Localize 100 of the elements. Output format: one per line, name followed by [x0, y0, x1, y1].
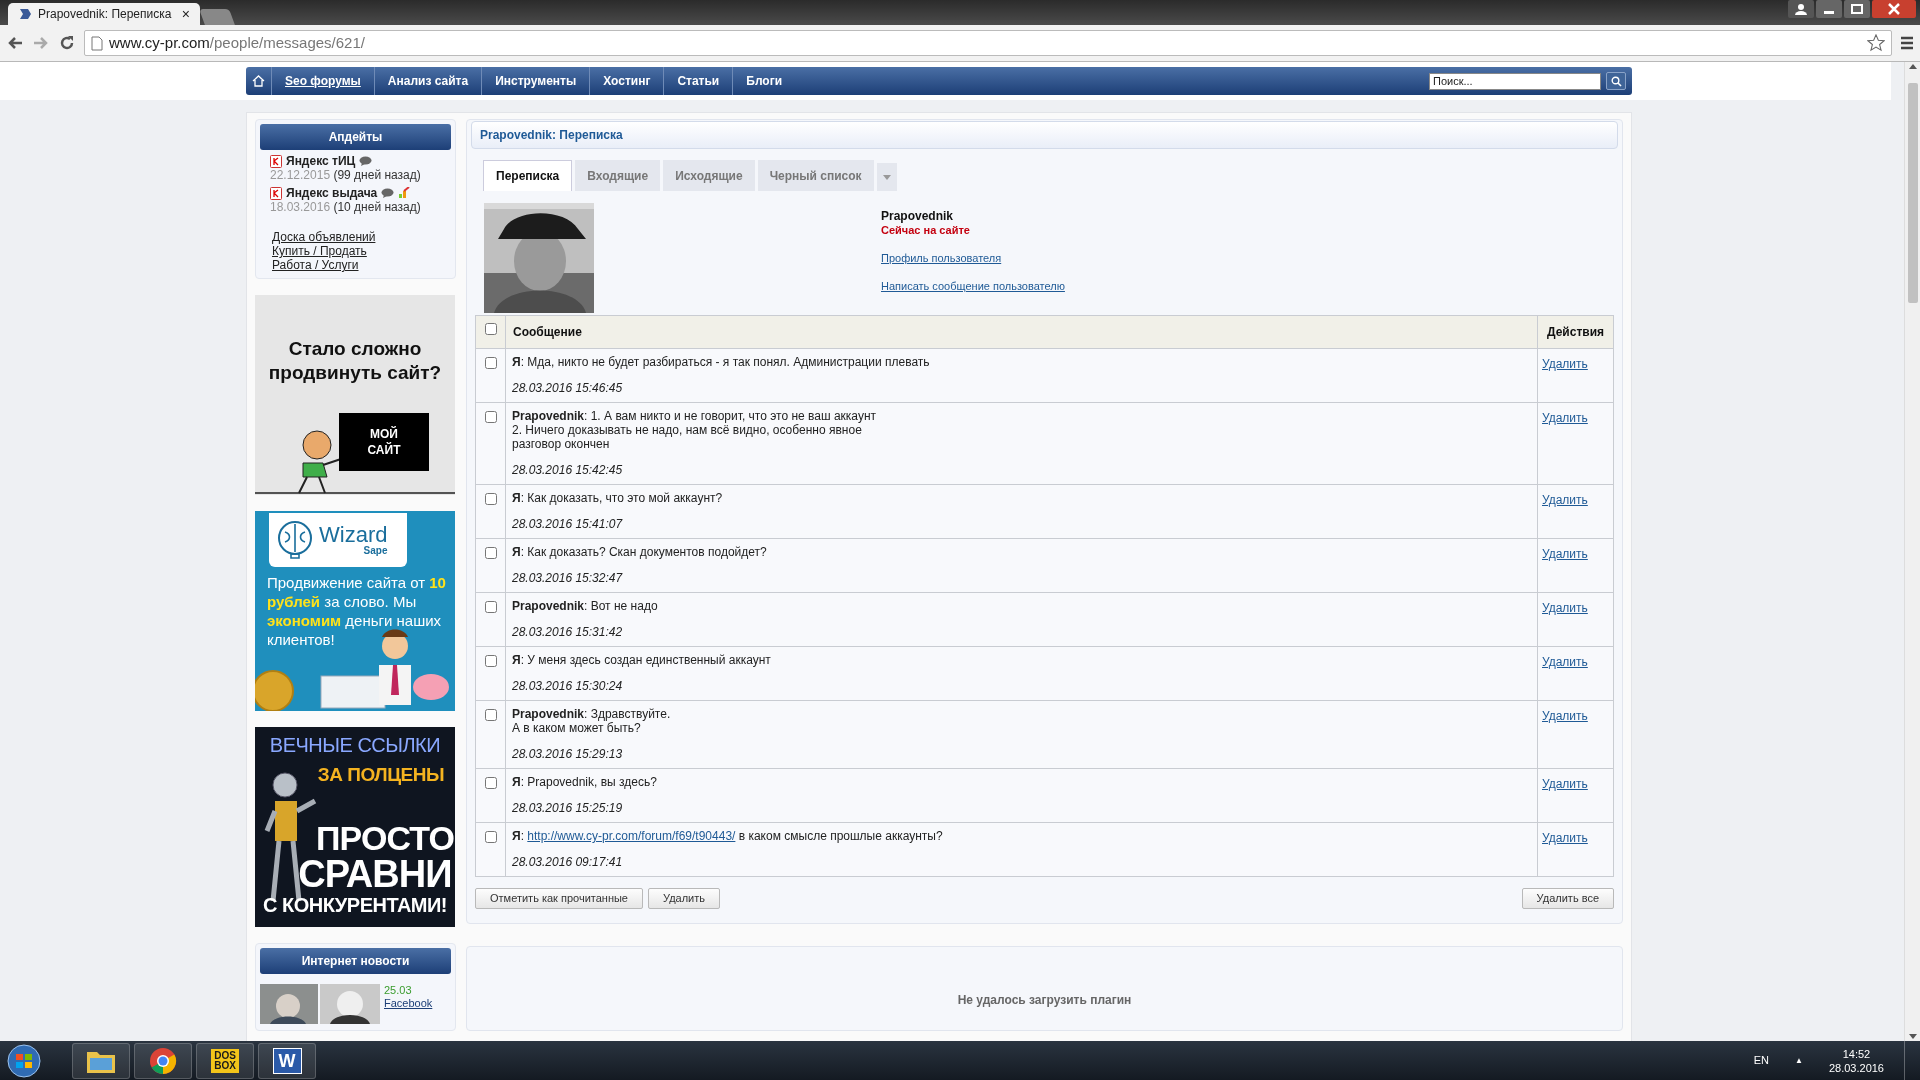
panel-header: Интернет новости: [260, 948, 451, 974]
row-checkbox[interactable]: [484, 357, 497, 369]
row-checkbox[interactable]: [484, 411, 497, 423]
tray-expand-button[interactable]: ▲: [1795, 1054, 1803, 1067]
message-time: 28.03.2016 15:42:45: [512, 463, 624, 477]
chrome-icon: [149, 1046, 177, 1075]
ad-banner[interactable]: Wizard Sape Продвижение сайта от 10 рублей за слово. Мы экономим деньги наших клиентов!: [255, 511, 455, 711]
scroll-up-arrow[interactable]: [1908, 64, 1917, 69]
nav-link[interactable]: Блоги: [733, 67, 796, 95]
nav-link[interactable]: Статьи: [664, 67, 734, 95]
word-icon: W: [272, 1047, 302, 1074]
nav-link[interactable]: Хостинг: [590, 67, 665, 95]
message-time: 28.03.2016 15:32:47: [512, 571, 624, 585]
action-button[interactable]: Отметить как прочитанные: [475, 888, 643, 909]
profile-link[interactable]: Написать сообщение пользователю: [881, 279, 1065, 293]
nav-link[interactable]: Анализ сайта: [374, 67, 483, 95]
sidebar-link[interactable]: Работа / Услуги: [272, 258, 359, 272]
new-tab-button[interactable]: [199, 9, 235, 25]
delete-link[interactable]: Удалить: [1542, 411, 1588, 425]
row-checkbox[interactable]: [484, 709, 497, 721]
page-title: Prapovednik: Переписка: [471, 121, 1618, 149]
ad-sign: МОЙ САЙТ: [339, 413, 429, 471]
ad-text: Продвижение сайта от 10 рублей за слово. Мы экономим деньги наших клиентов!: [267, 573, 447, 649]
update-name: Яндекс тИЦ: [286, 154, 356, 168]
search-field[interactable]: Поиск...: [1429, 72, 1601, 90]
taskbar-app[interactable]: W: [258, 1042, 316, 1079]
message-text: Prapovednik: Здравствуйте. А в каком может быть?: [512, 707, 672, 735]
tab[interactable]: Черный список: [757, 160, 874, 191]
brain-icon: [277, 520, 313, 560]
search-button[interactable]: [1606, 72, 1626, 90]
message-text: Я: Как доказать, что это мой аккаунт?: [512, 491, 724, 505]
sidebar-link[interactable]: Купить / Продать: [272, 244, 367, 258]
delete-link[interactable]: Удалить: [1542, 655, 1588, 669]
plugin-error-text: Не удалось загрузить плагин: [957, 992, 1132, 1009]
delete-link[interactable]: Удалить: [1542, 357, 1588, 371]
address-bar[interactable]: www.cy-pr.com/people/messages/621/: [84, 30, 1892, 56]
message-time: 28.03.2016 15:31:42: [512, 625, 624, 639]
clock[interactable]: 14:52 28.03.2016: [1828, 1046, 1884, 1075]
update-date: 18.03.2016 (10 дней назад): [270, 200, 422, 214]
delete-link[interactable]: Удалить: [1542, 709, 1588, 723]
update-name: Яндекс выдача: [286, 186, 378, 200]
taskbar-app[interactable]: [134, 1042, 192, 1079]
tab[interactable]: Входящие: [575, 160, 661, 191]
minimize-icon[interactable]: [1816, 0, 1842, 18]
comment-icon[interactable]: [381, 188, 395, 198]
ad-banner[interactable]: Стало сложно продвинуть сайт? МОЙ САЙТ: [255, 295, 455, 495]
menu-icon[interactable]: [1900, 36, 1914, 50]
message-text: Я: Как доказать? Скан документов подойдет?: [512, 545, 768, 559]
message-text: Я: Prapovednik, вы здесь?: [512, 775, 658, 789]
ad-headline: ЗА ПОЛЦЕНЫ: [316, 765, 446, 784]
close-icon[interactable]: [1872, 0, 1916, 18]
select-all-checkbox[interactable]: [484, 323, 497, 335]
delete-link[interactable]: Удалить: [1542, 777, 1588, 791]
message-link[interactable]: http://www.cy-pr.com/forum/f69/t90443/: [527, 829, 736, 843]
page-icon: [18, 7, 32, 21]
comment-icon[interactable]: [359, 156, 373, 166]
update-date: 22.12.2015 (99 дней назад): [270, 168, 422, 182]
user-icon[interactable]: [1788, 0, 1814, 18]
message-time: 28.03.2016 15:30:24: [512, 679, 624, 693]
delete-link[interactable]: Удалить: [1542, 547, 1588, 561]
taskbar-app[interactable]: [72, 1042, 130, 1079]
home-icon[interactable]: [252, 75, 265, 87]
start-button[interactable]: [4, 1042, 44, 1079]
language-indicator[interactable]: EN: [1753, 1052, 1769, 1069]
message-text: Я: У меня здесь создан единственный аккаунт: [512, 653, 772, 667]
page-icon: [91, 35, 103, 51]
delete-link[interactable]: Удалить: [1542, 493, 1588, 507]
nav-link[interactable]: Инструменты: [482, 67, 591, 95]
news-link[interactable]: Facebook: [384, 997, 433, 1010]
row-checkbox[interactable]: [484, 655, 497, 667]
row-checkbox[interactable]: [484, 601, 497, 613]
browser-tab[interactable]: Prapovednik: Переписка ×: [8, 3, 200, 25]
message-time: 28.03.2016 15:46:45: [512, 381, 624, 395]
search-icon: [1610, 75, 1622, 87]
message-time: 28.03.2016 09:17:41: [512, 855, 624, 869]
action-button[interactable]: Удалить: [648, 888, 720, 909]
tab[interactable]: Исходящие: [663, 160, 755, 191]
message-text: Prapovednik: Вот не надо: [512, 599, 659, 613]
row-checkbox[interactable]: [484, 493, 497, 505]
maximize-icon[interactable]: [1844, 0, 1870, 18]
row-checkbox[interactable]: [484, 547, 497, 559]
yandex-icon: [270, 186, 282, 200]
row-checkbox[interactable]: [484, 777, 497, 789]
tab-dropdown-button[interactable]: [876, 163, 897, 191]
ad-banner[interactable]: ВЕЧНЫЕ ССЫЛКИ ЗА ПОЛЦЕНЫ ПРОСТО СРАВНИ С КОНКУРЕНТАМИ!: [255, 727, 455, 927]
tab[interactable]: Переписка: [483, 160, 573, 191]
taskbar-app[interactable]: DOS BOX: [196, 1042, 254, 1079]
ad-headline: С КОНКУРЕНТАМИ!: [261, 895, 449, 915]
reload-icon[interactable]: [58, 34, 76, 52]
row-checkbox[interactable]: [484, 831, 497, 843]
profile-link[interactable]: Профиль пользователя: [881, 251, 1002, 265]
nav-link[interactable]: Seo форумы: [272, 67, 375, 95]
delete-all-button[interactable]: Удалить все: [1521, 888, 1614, 909]
sidebar-link[interactable]: Доска объявлений: [272, 230, 376, 244]
delete-link[interactable]: Удалить: [1542, 601, 1588, 615]
dosbox-icon: DOS BOX: [211, 1048, 239, 1073]
scrollbar-thumb[interactable]: [1907, 83, 1918, 303]
delete-link[interactable]: Удалить: [1542, 831, 1588, 845]
bookmark-star-icon[interactable]: [1867, 34, 1885, 52]
message-text: Я: Мда, никто не будет разбираться - я так понял. Администрации плевать: [512, 355, 931, 369]
